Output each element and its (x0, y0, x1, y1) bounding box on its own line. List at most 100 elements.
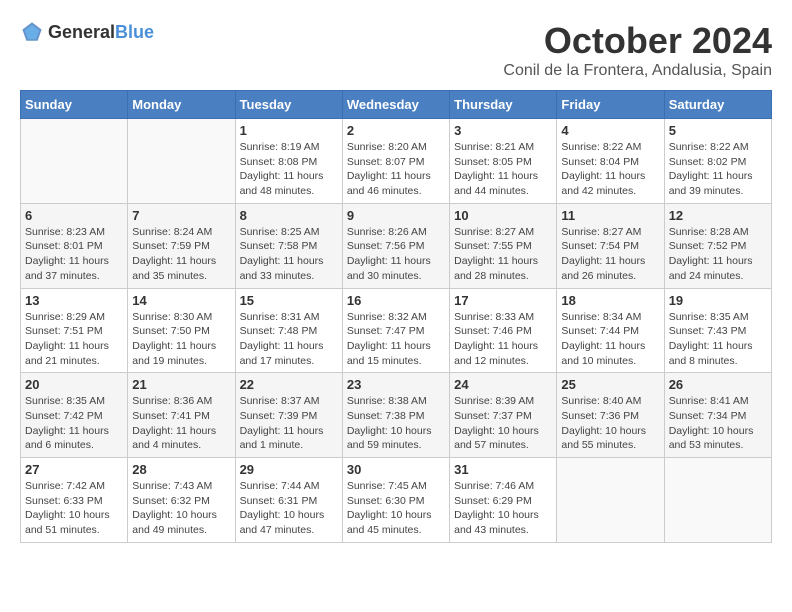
calendar-cell: 5 Sunrise: 8:22 AM Sunset: 8:02 PM Daylig… (664, 119, 771, 204)
calendar-cell: 19 Sunrise: 8:35 AM Sunset: 7:43 PM Dayli… (664, 288, 771, 373)
calendar-cell: 7Sunrise: 8:24 AM Sunset: 7:59 PM Daylig… (128, 203, 235, 288)
header-day-friday: Friday (557, 91, 664, 119)
calendar-cell: 23Sunrise: 8:38 AM Sunset: 7:38 PM Dayli… (342, 373, 449, 458)
header-day-tuesday: Tuesday (235, 91, 342, 119)
month-title: October 2024 (503, 20, 772, 62)
day-number: 14 (132, 293, 230, 308)
day-info: Sunrise: 8:20 AM Sunset: 8:07 PM Dayligh… (347, 140, 445, 199)
header-day-wednesday: Wednesday (342, 91, 449, 119)
day-number: 3 (454, 123, 552, 138)
day-info: Sunrise: 8:35 AM Sunset: 7:43 PM Dayligh… (669, 310, 767, 369)
day-number: 4 (561, 123, 659, 138)
calendar-cell: 27 Sunrise: 7:42 AM Sunset: 6:33 PM Dayli… (21, 458, 128, 543)
calendar-cell: 25Sunrise: 8:40 AM Sunset: 7:36 PM Dayli… (557, 373, 664, 458)
calendar-week-row: 13 Sunrise: 8:29 AM Sunset: 7:51 PM Dayli… (21, 288, 772, 373)
calendar-cell: 8 Sunrise: 8:25 AM Sunset: 7:58 PM Daylig… (235, 203, 342, 288)
calendar-cell: 29 Sunrise: 7:44 AM Sunset: 6:31 PM Dayli… (235, 458, 342, 543)
calendar-cell: 24Sunrise: 8:39 AM Sunset: 7:37 PM Dayli… (450, 373, 557, 458)
calendar-cell (128, 119, 235, 204)
day-number: 31 (454, 462, 552, 477)
day-number: 8 (240, 208, 338, 223)
calendar-cell: 18 Sunrise: 8:34 AM Sunset: 7:44 PM Dayli… (557, 288, 664, 373)
day-number: 27 (25, 462, 123, 477)
calendar-cell (557, 458, 664, 543)
header-day-monday: Monday (128, 91, 235, 119)
day-info: Sunrise: 8:29 AM Sunset: 7:51 PM Dayligh… (25, 310, 123, 369)
day-info: Sunrise: 8:30 AM Sunset: 7:50 PM Dayligh… (132, 310, 230, 369)
day-info: Sunrise: 8:37 AM Sunset: 7:39 PM Dayligh… (240, 394, 338, 453)
calendar-week-row: 27 Sunrise: 7:42 AM Sunset: 6:33 PM Dayli… (21, 458, 772, 543)
day-number: 9 (347, 208, 445, 223)
calendar-week-row: 20Sunrise: 8:35 AM Sunset: 7:42 PM Dayli… (21, 373, 772, 458)
day-info: Sunrise: 8:36 AM Sunset: 7:41 PM Dayligh… (132, 394, 230, 453)
header-day-sunday: Sunday (21, 91, 128, 119)
day-info: Sunrise: 8:21 AM Sunset: 8:05 PM Dayligh… (454, 140, 552, 199)
day-number: 12 (669, 208, 767, 223)
day-info: Sunrise: 8:34 AM Sunset: 7:44 PM Dayligh… (561, 310, 659, 369)
calendar-cell: 21 Sunrise: 8:36 AM Sunset: 7:41 PM Dayli… (128, 373, 235, 458)
calendar-cell: 14 Sunrise: 8:30 AM Sunset: 7:50 PM Dayli… (128, 288, 235, 373)
day-number: 6 (25, 208, 123, 223)
calendar-cell: 30 Sunrise: 7:45 AM Sunset: 6:30 PM Dayli… (342, 458, 449, 543)
day-number: 2 (347, 123, 445, 138)
calendar-cell (21, 119, 128, 204)
day-number: 11 (561, 208, 659, 223)
calendar-cell: 6 Sunrise: 8:23 AM Sunset: 8:01 PM Daylig… (21, 203, 128, 288)
day-info: Sunrise: 8:38 AM Sunset: 7:38 PM Dayligh… (347, 394, 445, 453)
day-number: 21 (132, 377, 230, 392)
day-info: Sunrise: 8:32 AM Sunset: 7:47 PM Dayligh… (347, 310, 445, 369)
calendar-cell: 2 Sunrise: 8:20 AM Sunset: 8:07 PM Daylig… (342, 119, 449, 204)
day-number: 26 (669, 377, 767, 392)
day-info: Sunrise: 8:22 AM Sunset: 8:02 PM Dayligh… (669, 140, 767, 199)
calendar-week-row: 1 Sunrise: 8:19 AM Sunset: 8:08 PM Daylig… (21, 119, 772, 204)
calendar-cell: 1 Sunrise: 8:19 AM Sunset: 8:08 PM Daylig… (235, 119, 342, 204)
day-info: Sunrise: 8:23 AM Sunset: 8:01 PM Dayligh… (25, 225, 123, 284)
day-info: Sunrise: 8:35 AM Sunset: 7:42 PM Dayligh… (25, 394, 123, 453)
logo-text: GeneralBlue (48, 22, 154, 43)
day-number: 7 (132, 208, 230, 223)
day-number: 16 (347, 293, 445, 308)
day-info: Sunrise: 7:43 AM Sunset: 6:32 PM Dayligh… (132, 479, 230, 538)
day-info: Sunrise: 8:31 AM Sunset: 7:48 PM Dayligh… (240, 310, 338, 369)
title-block: October 2024 Conil de la Frontera, Andal… (503, 20, 772, 80)
day-info: Sunrise: 8:19 AM Sunset: 8:08 PM Dayligh… (240, 140, 338, 199)
day-number: 15 (240, 293, 338, 308)
day-number: 1 (240, 123, 338, 138)
calendar-cell: 15 Sunrise: 8:31 AM Sunset: 7:48 PM Dayli… (235, 288, 342, 373)
day-info: Sunrise: 8:41 AM Sunset: 7:34 PM Dayligh… (669, 394, 767, 453)
calendar-cell: 26 Sunrise: 8:41 AM Sunset: 7:34 PM Dayli… (664, 373, 771, 458)
day-info: Sunrise: 8:27 AM Sunset: 7:54 PM Dayligh… (561, 225, 659, 284)
day-number: 18 (561, 293, 659, 308)
calendar-cell: 9Sunrise: 8:26 AM Sunset: 7:56 PM Daylig… (342, 203, 449, 288)
header-day-thursday: Thursday (450, 91, 557, 119)
calendar-cell: 3 Sunrise: 8:21 AM Sunset: 8:05 PM Daylig… (450, 119, 557, 204)
day-number: 22 (240, 377, 338, 392)
calendar-cell: 16 Sunrise: 8:32 AM Sunset: 7:47 PM Dayli… (342, 288, 449, 373)
day-number: 5 (669, 123, 767, 138)
day-info: Sunrise: 8:33 AM Sunset: 7:46 PM Dayligh… (454, 310, 552, 369)
calendar-cell: 13 Sunrise: 8:29 AM Sunset: 7:51 PM Dayli… (21, 288, 128, 373)
calendar-cell (664, 458, 771, 543)
day-info: Sunrise: 8:28 AM Sunset: 7:52 PM Dayligh… (669, 225, 767, 284)
day-number: 30 (347, 462, 445, 477)
logo-blue: Blue (115, 22, 154, 42)
calendar-cell: 11 Sunrise: 8:27 AM Sunset: 7:54 PM Dayli… (557, 203, 664, 288)
calendar-cell: 17Sunrise: 8:33 AM Sunset: 7:46 PM Dayli… (450, 288, 557, 373)
day-number: 13 (25, 293, 123, 308)
page-header: GeneralBlue October 2024 Conil de la Fro… (20, 20, 772, 80)
day-info: Sunrise: 7:45 AM Sunset: 6:30 PM Dayligh… (347, 479, 445, 538)
day-info: Sunrise: 8:25 AM Sunset: 7:58 PM Dayligh… (240, 225, 338, 284)
day-info: Sunrise: 7:44 AM Sunset: 6:31 PM Dayligh… (240, 479, 338, 538)
logo-icon (20, 20, 44, 44)
calendar-cell: 10Sunrise: 8:27 AM Sunset: 7:55 PM Dayli… (450, 203, 557, 288)
day-number: 25 (561, 377, 659, 392)
header-day-saturday: Saturday (664, 91, 771, 119)
logo-general: General (48, 22, 115, 42)
calendar-week-row: 6 Sunrise: 8:23 AM Sunset: 8:01 PM Daylig… (21, 203, 772, 288)
day-number: 19 (669, 293, 767, 308)
day-number: 29 (240, 462, 338, 477)
day-number: 10 (454, 208, 552, 223)
calendar-cell: 20Sunrise: 8:35 AM Sunset: 7:42 PM Dayli… (21, 373, 128, 458)
day-info: Sunrise: 7:42 AM Sunset: 6:33 PM Dayligh… (25, 479, 123, 538)
calendar-cell: 28Sunrise: 7:43 AM Sunset: 6:32 PM Dayli… (128, 458, 235, 543)
